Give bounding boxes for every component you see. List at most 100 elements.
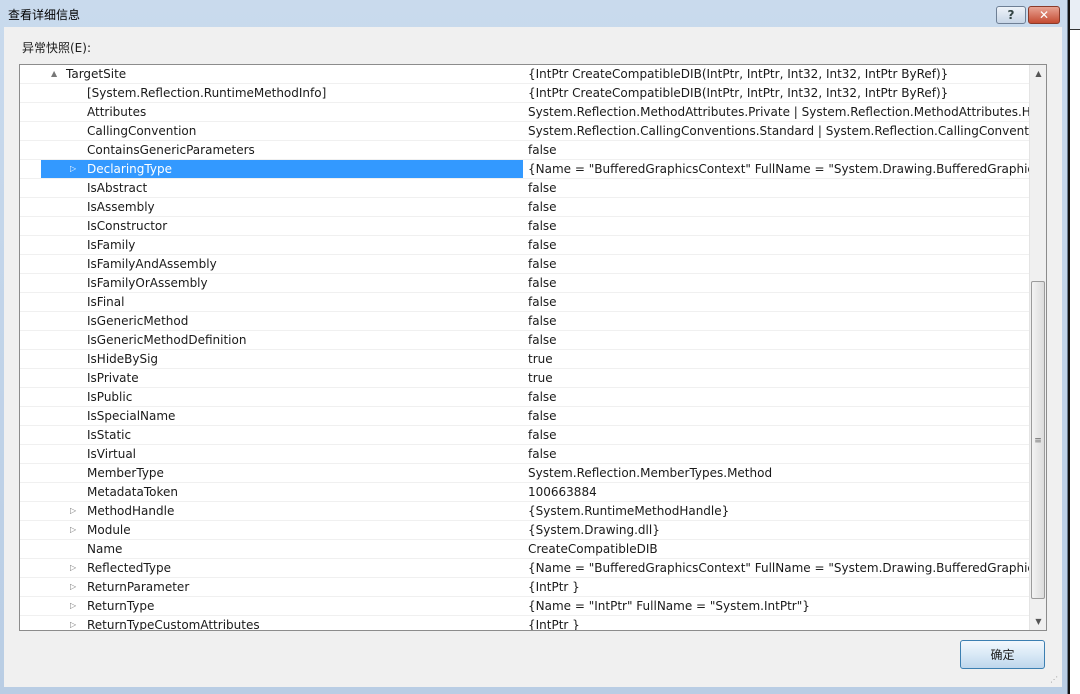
tree-row[interactable]: ▷ ReturnParameter {IntPtr } [20, 578, 1030, 597]
row-value: true [528, 352, 553, 366]
row-name: CallingConvention [87, 124, 197, 138]
tree-row[interactable]: Attributes System.Reflection.MethodAttrib… [20, 103, 1030, 122]
expand-triangle-icon[interactable]: ▷ [70, 597, 76, 615]
resize-grip-icon[interactable]: ⋰ [1050, 675, 1058, 684]
expand-triangle-icon[interactable]: ▷ [70, 502, 76, 520]
row-name: Name [87, 542, 123, 556]
row-name: MemberType [87, 466, 164, 480]
tree-row[interactable]: ▷ ReflectedType {Name = "BufferedGraphicsC… [20, 559, 1030, 578]
row-value: {Name = "BufferedGraphicsContext" FullNa… [528, 162, 1030, 176]
exception-snapshot-label: 异常快照(E): [22, 41, 91, 55]
tree-row[interactable]: IsHideBySig true [20, 350, 1030, 369]
close-button[interactable]: ✕ [1028, 6, 1060, 24]
row-name-cell: [System.Reflection.RuntimeMethodInfo] [41, 84, 523, 102]
row-name-cell: IsVirtual [41, 445, 523, 463]
row-name: MetadataToken [87, 485, 178, 499]
row-name-cell: ContainsGenericParameters [41, 141, 523, 159]
row-name: Module [87, 523, 131, 537]
help-button[interactable]: ? [996, 6, 1026, 24]
tree-row[interactable]: IsPrivate true [20, 369, 1030, 388]
row-name: IsGenericMethod [87, 314, 189, 328]
row-name-cell: IsPrivate [41, 369, 523, 387]
tree-row[interactable]: IsConstructor false [20, 217, 1030, 236]
tree-row[interactable]: ▷ ReturnTypeCustomAttributes {IntPtr } [20, 616, 1030, 631]
expand-triangle-icon[interactable]: ▷ [70, 616, 76, 630]
scroll-down-arrow-icon[interactable]: ▼ [1030, 613, 1046, 630]
row-name-cell: ▷ Module [41, 521, 523, 539]
row-value: false [528, 181, 557, 195]
row-value: false [528, 219, 557, 233]
tree-row[interactable]: ContainsGenericParameters false [20, 141, 1030, 160]
row-value: false [528, 238, 557, 252]
row-name-cell: IsStatic [41, 426, 523, 444]
tree-row[interactable]: CallingConvention System.Reflection.Calli… [20, 122, 1030, 141]
row-name-cell: ▷ DeclaringType [41, 160, 523, 178]
row-value: 100663884 [528, 485, 597, 499]
collapse-triangle-icon[interactable]: ▲ [51, 65, 57, 83]
tree-row[interactable]: ▲ TargetSite {IntPtr CreateCompatibleDIB(I… [20, 65, 1030, 84]
tree-row[interactable]: IsGenericMethod false [20, 312, 1030, 331]
row-name-cell: IsFamilyAndAssembly [41, 255, 523, 273]
row-name-cell: MetadataToken [41, 483, 523, 501]
row-name: DeclaringType [87, 162, 172, 176]
row-name-cell: IsFamilyOrAssembly [41, 274, 523, 292]
row-name-cell: CallingConvention [41, 122, 523, 140]
tree-row[interactable]: IsVirtual false [20, 445, 1030, 464]
tree-row[interactable]: IsGenericMethodDefinition false [20, 331, 1030, 350]
row-value: false [528, 200, 557, 214]
row-name-cell: Name [41, 540, 523, 558]
row-value: {IntPtr CreateCompatibleDIB(IntPtr, IntP… [528, 67, 949, 81]
row-name: IsFamily [87, 238, 136, 252]
tree-row[interactable]: ▷ DeclaringType {Name = "BufferedGraphicsC… [20, 160, 1030, 179]
expand-triangle-icon[interactable]: ▷ [70, 521, 76, 539]
tree-row[interactable]: MetadataToken 100663884 [20, 483, 1030, 502]
row-value: {Name = "BufferedGraphicsContext" FullNa… [528, 561, 1030, 575]
row-name-cell: IsGenericMethodDefinition [41, 331, 523, 349]
row-name: IsPrivate [87, 371, 139, 385]
row-name: IsFinal [87, 295, 125, 309]
row-value: false [528, 276, 557, 290]
tree-row[interactable]: IsAssembly false [20, 198, 1030, 217]
scrollbar-thumb[interactable]: ≡ [1031, 281, 1045, 599]
row-value: false [528, 409, 557, 423]
tree-row[interactable]: ▷ Module {System.Drawing.dll} [20, 521, 1030, 540]
row-value: false [528, 333, 557, 347]
row-name-cell: ▲ TargetSite [41, 65, 523, 83]
tree-row[interactable]: IsFamilyAndAssembly false [20, 255, 1030, 274]
row-name: IsAssembly [87, 200, 155, 214]
row-value: {IntPtr CreateCompatibleDIB(IntPtr, IntP… [528, 86, 949, 100]
row-value: true [528, 371, 553, 385]
tree-row[interactable]: IsFamily false [20, 236, 1030, 255]
row-name: MethodHandle [87, 504, 175, 518]
background-window [1068, 0, 1080, 694]
tree-row[interactable]: MemberType System.Reflection.MemberTypes.… [20, 464, 1030, 483]
row-name-cell: IsFamily [41, 236, 523, 254]
row-value: false [528, 257, 557, 271]
ok-button[interactable]: 确定 [960, 640, 1045, 669]
row-name: IsConstructor [87, 219, 168, 233]
tree-row[interactable]: Name CreateCompatibleDIB [20, 540, 1030, 559]
vertical-scrollbar[interactable]: ▲ ≡ ▼ [1029, 65, 1046, 630]
row-name-cell: ▷ ReflectedType [41, 559, 523, 577]
tree-row[interactable]: IsStatic false [20, 426, 1030, 445]
expand-triangle-icon[interactable]: ▷ [70, 160, 76, 178]
tree-row[interactable]: IsSpecialName false [20, 407, 1030, 426]
expand-triangle-icon[interactable]: ▷ [70, 559, 76, 577]
tree-row[interactable]: IsPublic false [20, 388, 1030, 407]
row-value: System.Reflection.MethodAttributes.Priva… [528, 105, 1030, 119]
row-name: ReturnParameter [87, 580, 190, 594]
row-value: {IntPtr } [528, 618, 580, 631]
row-name-cell: ▷ ReturnType [41, 597, 523, 615]
tree-row[interactable]: IsFamilyOrAssembly false [20, 274, 1030, 293]
row-name: IsStatic [87, 428, 132, 442]
row-value: {IntPtr } [528, 580, 580, 594]
tree-row[interactable]: IsFinal false [20, 293, 1030, 312]
row-value: {System.Drawing.dll} [528, 523, 660, 537]
tree-row[interactable]: [System.Reflection.RuntimeMethodInfo] {In… [20, 84, 1030, 103]
scroll-up-arrow-icon[interactable]: ▲ [1030, 65, 1046, 82]
tree-row[interactable]: ▷ ReturnType {Name = "IntPtr" FullName = "… [20, 597, 1030, 616]
expand-triangle-icon[interactable]: ▷ [70, 578, 76, 596]
exception-tree-view[interactable]: ▷ ReturnTypeCustomAttributes {IntPtr } ▷ Ret… [19, 64, 1047, 631]
tree-row[interactable]: IsAbstract false [20, 179, 1030, 198]
tree-row[interactable]: ▷ MethodHandle {System.RuntimeMethodHandle… [20, 502, 1030, 521]
